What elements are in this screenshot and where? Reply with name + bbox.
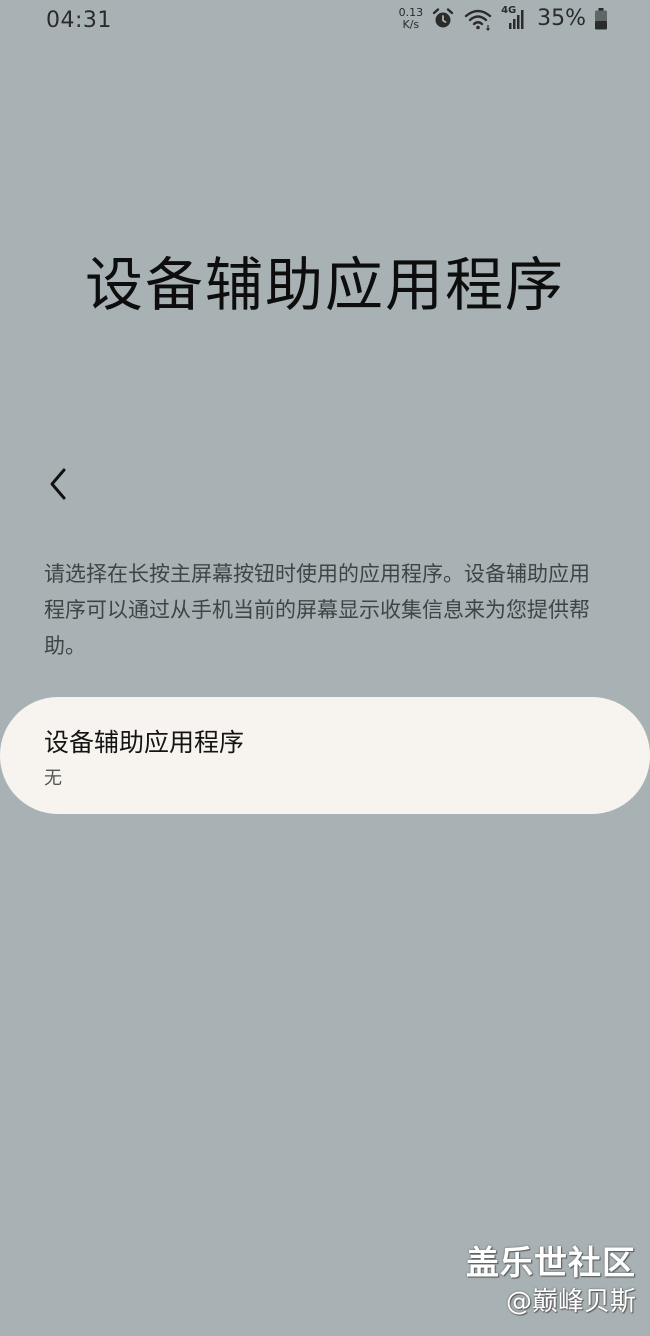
battery-icon: [594, 7, 608, 31]
page-title: 设备辅助应用程序: [84, 251, 565, 319]
net-speed-value: 0.13: [398, 5, 424, 19]
signal-icon: 4G: [501, 4, 525, 31]
back-button[interactable]: [40, 462, 76, 506]
wifi-icon: [463, 7, 493, 31]
status-bar: 04:31 0.13 K/s 4G 35%: [0, 0, 650, 44]
watermark: 盖乐世社区 @巅峰贝斯: [466, 1242, 636, 1320]
page-description: 请选择在长按主屏幕按钮时使用的应用程序。设备辅助应用程序可以通过从手机当前的屏幕…: [44, 562, 590, 658]
net-speed: 0.13 K/s: [398, 5, 424, 31]
device-assist-app-setting[interactable]: 设备辅助应用程序 无: [0, 697, 650, 814]
network-type-label: 4G: [501, 4, 517, 16]
alarm-icon: [431, 7, 455, 31]
setting-value: 无: [44, 768, 62, 789]
net-speed-unit: K/s: [402, 17, 420, 31]
watermark-brand: 盖乐世社区: [466, 1243, 636, 1282]
setting-title: 设备辅助应用程序: [44, 728, 245, 757]
battery-percent: 35%: [537, 6, 586, 31]
status-icons: 0.13 K/s 4G 35%: [398, 4, 608, 31]
watermark-author: @巅峰贝斯: [505, 1287, 636, 1317]
chevron-left-icon: [50, 468, 66, 500]
status-time: 04:31: [46, 8, 112, 33]
